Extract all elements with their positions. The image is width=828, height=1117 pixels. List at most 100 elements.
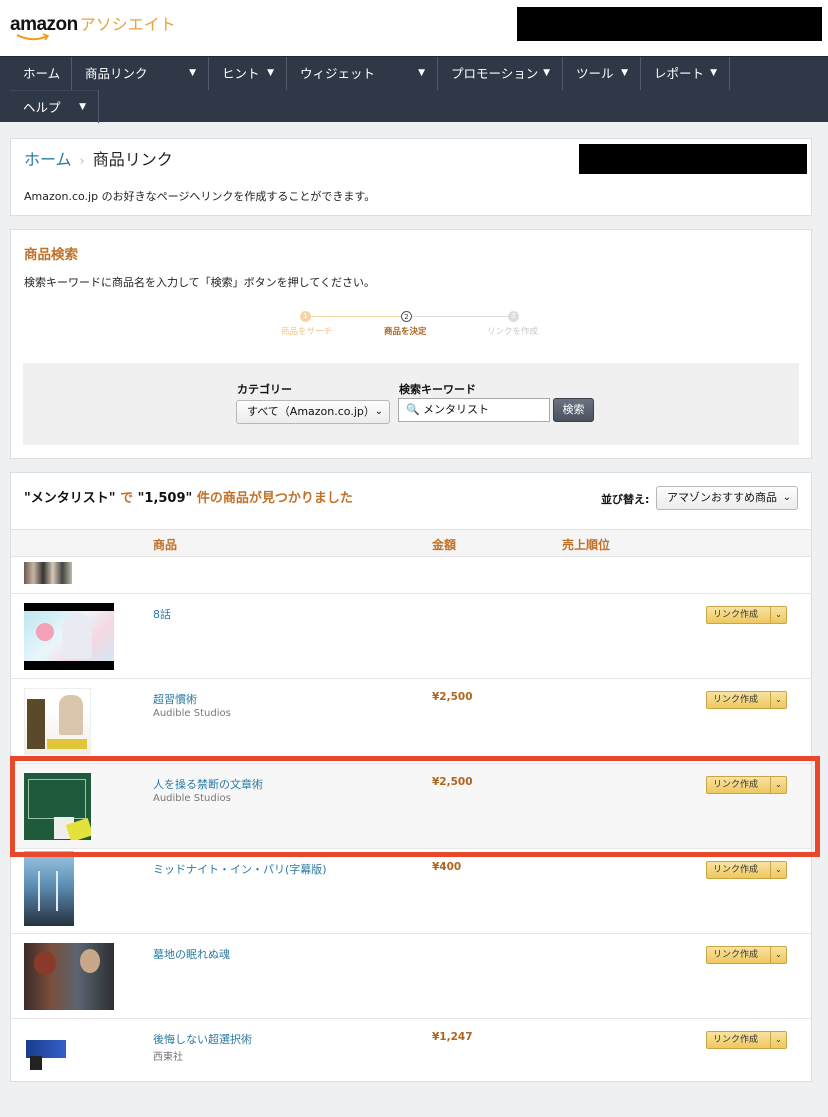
chevron-down-icon[interactable]: ⌄ [770, 947, 786, 963]
product-title-link[interactable]: 後悔しない超選択術 [153, 1031, 252, 1047]
create-link-button[interactable]: リンク作成 ⌄ [706, 861, 787, 879]
nav-home[interactable]: ホーム [10, 57, 72, 90]
product-title-link[interactable]: 超習慣術 [153, 691, 197, 707]
keyword-label: 検索キーワード [399, 383, 476, 396]
step-3-marker: 3 [508, 311, 519, 322]
create-link-label: リンク作成 [713, 1035, 759, 1045]
caret-down-icon: ▼ [267, 68, 274, 78]
results-summary: "メンタリスト" で "1,509" 件の商品が見つかりました [24, 487, 353, 506]
sort-select[interactable]: アマゾンおすすめ商品 ⌄ [656, 486, 798, 510]
results-suffix: 件の商品が見つかりました [196, 491, 353, 506]
table-row: 8話 リンク作成 ⌄ [11, 594, 811, 679]
caret-down-icon: ▼ [543, 68, 550, 78]
breadcrumb-home-link[interactable]: ホーム [24, 150, 72, 169]
results-column-header: 商品 金額 売上順位 [11, 529, 811, 557]
table-row [11, 558, 811, 594]
results-count: "1,509" [137, 491, 193, 506]
nav-label: プロモーション [451, 66, 539, 81]
nav-label: レポート [654, 66, 705, 81]
breadcrumb-panel: ホーム › 商品リンク Amazon.co.jp のお好きなページへリンクを作成する… [10, 138, 812, 216]
column-sales-rank[interactable]: 売上順位 [562, 536, 610, 553]
product-thumbnail[interactable] [24, 1028, 70, 1070]
product-thumbnail[interactable] [24, 851, 74, 926]
chevron-down-icon: ⌄ [374, 406, 383, 417]
table-row: 超習慣術 Audible Studios ¥2,500 リンク作成 ⌄ [11, 679, 811, 764]
caret-down-icon: ▼ [418, 68, 425, 78]
create-link-button[interactable]: リンク作成 ⌄ [706, 1031, 787, 1049]
keyword-input[interactable]: 🔍 メンタリスト [398, 398, 550, 422]
nav-reports[interactable]: レポート ▼ [641, 57, 730, 90]
search-section-title: 商品検索 [24, 247, 78, 263]
results-de: で [120, 491, 134, 506]
logo-word: amazon [10, 14, 78, 35]
page-title: 商品リンク [92, 150, 173, 169]
main-nav: ホーム 商品リンク ▼ ヒント ▼ ウィジェット ▼ プロモーション ▼ ツール ▼ レポ… [0, 56, 828, 123]
selection-highlight-box [10, 756, 820, 857]
product-thumbnail[interactable] [24, 562, 72, 584]
results-query: "メンタリスト" [24, 491, 116, 506]
search-form: カテゴリー すべて（Amazon.co.jp） ⌄ 検索キーワード 🔍 メンタリスト… [23, 363, 799, 445]
search-panel: 商品検索 検索キーワードに商品名を入力して「検索」ボタンを押してください。 1 … [10, 229, 812, 459]
create-link-label: リンク作成 [713, 610, 759, 620]
table-row: 墓地の眠れぬ魂 リンク作成 ⌄ [11, 934, 811, 1019]
step-1-marker: 1 [300, 311, 311, 322]
caret-down-icon: ▼ [621, 68, 628, 78]
step-2-marker: 2 [401, 311, 412, 322]
step-line [311, 316, 401, 317]
product-thumbnail[interactable] [24, 688, 91, 755]
sort-select-value: アマゾンおすすめ商品 [667, 491, 777, 504]
create-link-label: リンク作成 [713, 865, 759, 875]
top-bar: amazon アソシエイト [0, 0, 828, 56]
product-title-link[interactable]: 8話 [153, 606, 171, 622]
product-price: ¥1,247 [432, 1031, 473, 1043]
category-select-value: すべて（Amazon.co.jp） [247, 405, 375, 418]
chevron-down-icon[interactable]: ⌄ [770, 1032, 786, 1048]
smile-arrow-icon [16, 33, 50, 41]
chevron-down-icon[interactable]: ⌄ [770, 862, 786, 878]
column-price[interactable]: 金額 [432, 536, 456, 553]
product-thumbnail[interactable] [24, 603, 114, 670]
column-product[interactable]: 商品 [153, 536, 177, 553]
redacted-account-area [517, 7, 822, 41]
redacted-area [579, 144, 807, 174]
create-link-label: リンク作成 [713, 695, 759, 705]
category-select[interactable]: すべて（Amazon.co.jp） ⌄ [236, 400, 390, 424]
nav-help[interactable]: ヘルプ ▼ [10, 90, 99, 123]
product-maker: Audible Studios [153, 708, 231, 719]
search-button[interactable]: 検索 [553, 398, 594, 422]
nav-label: 商品リンク [85, 66, 148, 81]
create-link-button[interactable]: リンク作成 ⌄ [706, 606, 787, 624]
nav-label: ヘルプ [23, 100, 61, 115]
nav-promotions[interactable]: プロモーション ▼ [438, 57, 563, 90]
step-1-label: 商品をサーチ [281, 327, 333, 337]
create-link-label: リンク作成 [713, 950, 759, 960]
nav-label: ツール [576, 66, 614, 81]
nav-tools[interactable]: ツール ▼ [563, 57, 641, 90]
chevron-down-icon[interactable]: ⌄ [770, 607, 786, 623]
step-2-label: 商品を決定 [384, 327, 427, 337]
search-icon: 🔍 [406, 403, 420, 416]
chevron-down-icon[interactable]: ⌄ [770, 692, 786, 708]
nav-widgets[interactable]: ウィジェット ▼ [287, 57, 438, 90]
product-title-link[interactable]: 墓地の眠れぬ魂 [153, 946, 230, 962]
chevron-down-icon: ⌄ [782, 492, 791, 503]
nav-hints[interactable]: ヒント ▼ [209, 57, 287, 90]
breadcrumb-separator-icon: › [79, 154, 85, 169]
keyword-input-value: メンタリスト [423, 403, 489, 416]
nav-label: ウィジェット [300, 66, 376, 81]
product-thumbnail[interactable] [24, 943, 114, 1010]
amazon-associates-logo[interactable]: amazon アソシエイト [10, 11, 176, 41]
create-link-button[interactable]: リンク作成 ⌄ [706, 946, 787, 964]
product-title-link[interactable]: ミッドナイト・イン・パリ(字幕版) [153, 861, 327, 877]
table-row: 後悔しない超選択術 西東社 ¥1,247 リンク作成 ⌄ [11, 1019, 811, 1082]
page-description: Amazon.co.jp のお好きなページへリンクを作成することができます。 [24, 190, 376, 203]
category-label: カテゴリー [237, 383, 292, 396]
product-maker: 西東社 [153, 1052, 183, 1063]
nav-label: ホーム [23, 66, 61, 81]
nav-label: ヒント [222, 66, 260, 81]
nav-product-links[interactable]: 商品リンク ▼ [72, 57, 209, 90]
sort-label: 並び替え: [601, 493, 650, 506]
logo-suffix: アソシエイト [79, 15, 176, 34]
create-link-button[interactable]: リンク作成 ⌄ [706, 691, 787, 709]
product-price: ¥2,500 [432, 691, 473, 703]
